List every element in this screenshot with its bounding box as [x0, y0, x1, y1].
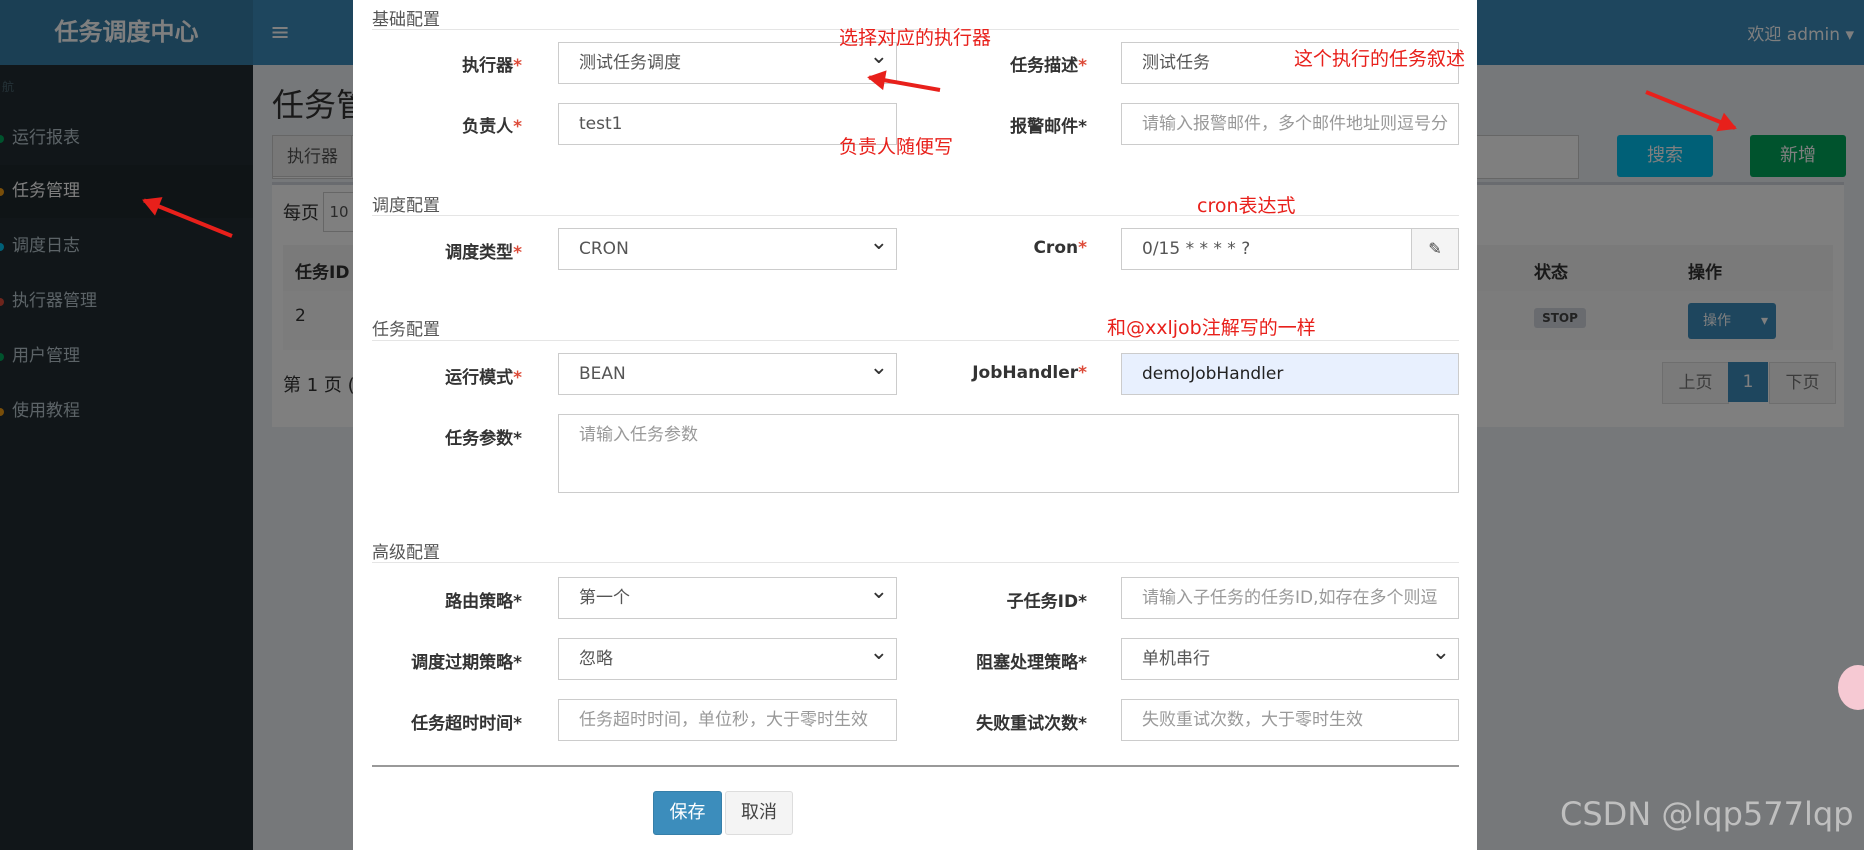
- timeout-label: 任务超时时间*: [411, 714, 522, 734]
- params-textarea[interactable]: 请输入任务参数: [558, 414, 1459, 493]
- child-id-label: 子任务ID*: [1006, 592, 1087, 612]
- cron-input[interactable]: 0/15 * * * * ?: [1121, 228, 1412, 270]
- route-label: 路由策略*: [445, 592, 522, 612]
- run-mode-label: 运行模式*: [445, 368, 522, 388]
- save-button[interactable]: 保存: [653, 791, 722, 835]
- section-schedule: 调度配置: [372, 196, 440, 216]
- watermark: CSDN @lqp577lqp: [1560, 795, 1854, 833]
- section-advanced: 高级配置: [372, 543, 440, 563]
- desc-label: 任务描述*: [1010, 56, 1087, 76]
- block-select[interactable]: 单机串行: [1121, 638, 1459, 680]
- route-select[interactable]: 第一个: [558, 577, 897, 619]
- retry-label: 失败重试次数*: [976, 714, 1087, 734]
- timeout-input[interactable]: 任务超时时间，单位秒，大于零时生效: [558, 699, 897, 741]
- divider: [372, 215, 1459, 216]
- annotation-handler: 和@xxljob注解写的一样: [1107, 317, 1316, 339]
- child-id-input[interactable]: 请输入子任务的任务ID,如存在多个则逗: [1121, 577, 1459, 619]
- schedule-type-select[interactable]: CRON: [558, 228, 897, 270]
- divider: [372, 562, 1459, 563]
- annotation-cron: cron表达式: [1197, 195, 1296, 217]
- params-label: 任务参数*: [445, 429, 522, 449]
- annotation-owner: 负责人随便写: [839, 136, 954, 158]
- annotation-desc: 这个执行的任务叙述: [1294, 48, 1466, 70]
- job-handler-label: JobHandler*: [972, 363, 1087, 383]
- expire-label: 调度过期策略*: [411, 653, 522, 673]
- section-task: 任务配置: [372, 320, 440, 340]
- cron-label: Cron*: [1033, 238, 1087, 258]
- divider: [372, 340, 1459, 341]
- job-handler-input[interactable]: demoJobHandler: [1121, 353, 1459, 395]
- cancel-button[interactable]: 取消: [725, 791, 793, 835]
- schedule-type-label: 调度类型*: [445, 243, 522, 263]
- expire-select[interactable]: 忽略: [558, 638, 897, 680]
- executor-label: 执行器*: [462, 56, 522, 76]
- owner-label: 负责人*: [462, 117, 522, 137]
- edit-cron-icon[interactable]: ✎: [1411, 228, 1459, 270]
- run-mode-select[interactable]: BEAN: [558, 353, 897, 395]
- annotation-executor: 选择对应的执行器: [839, 27, 992, 49]
- section-basic: 基础配置: [372, 10, 440, 30]
- block-label: 阻塞处理策略*: [976, 653, 1087, 673]
- retry-input[interactable]: 失败重试次数，大于零时生效: [1121, 699, 1459, 741]
- email-input[interactable]: 请输入报警邮件，多个邮件地址则逗号分: [1121, 103, 1459, 145]
- footer-divider: [372, 765, 1459, 767]
